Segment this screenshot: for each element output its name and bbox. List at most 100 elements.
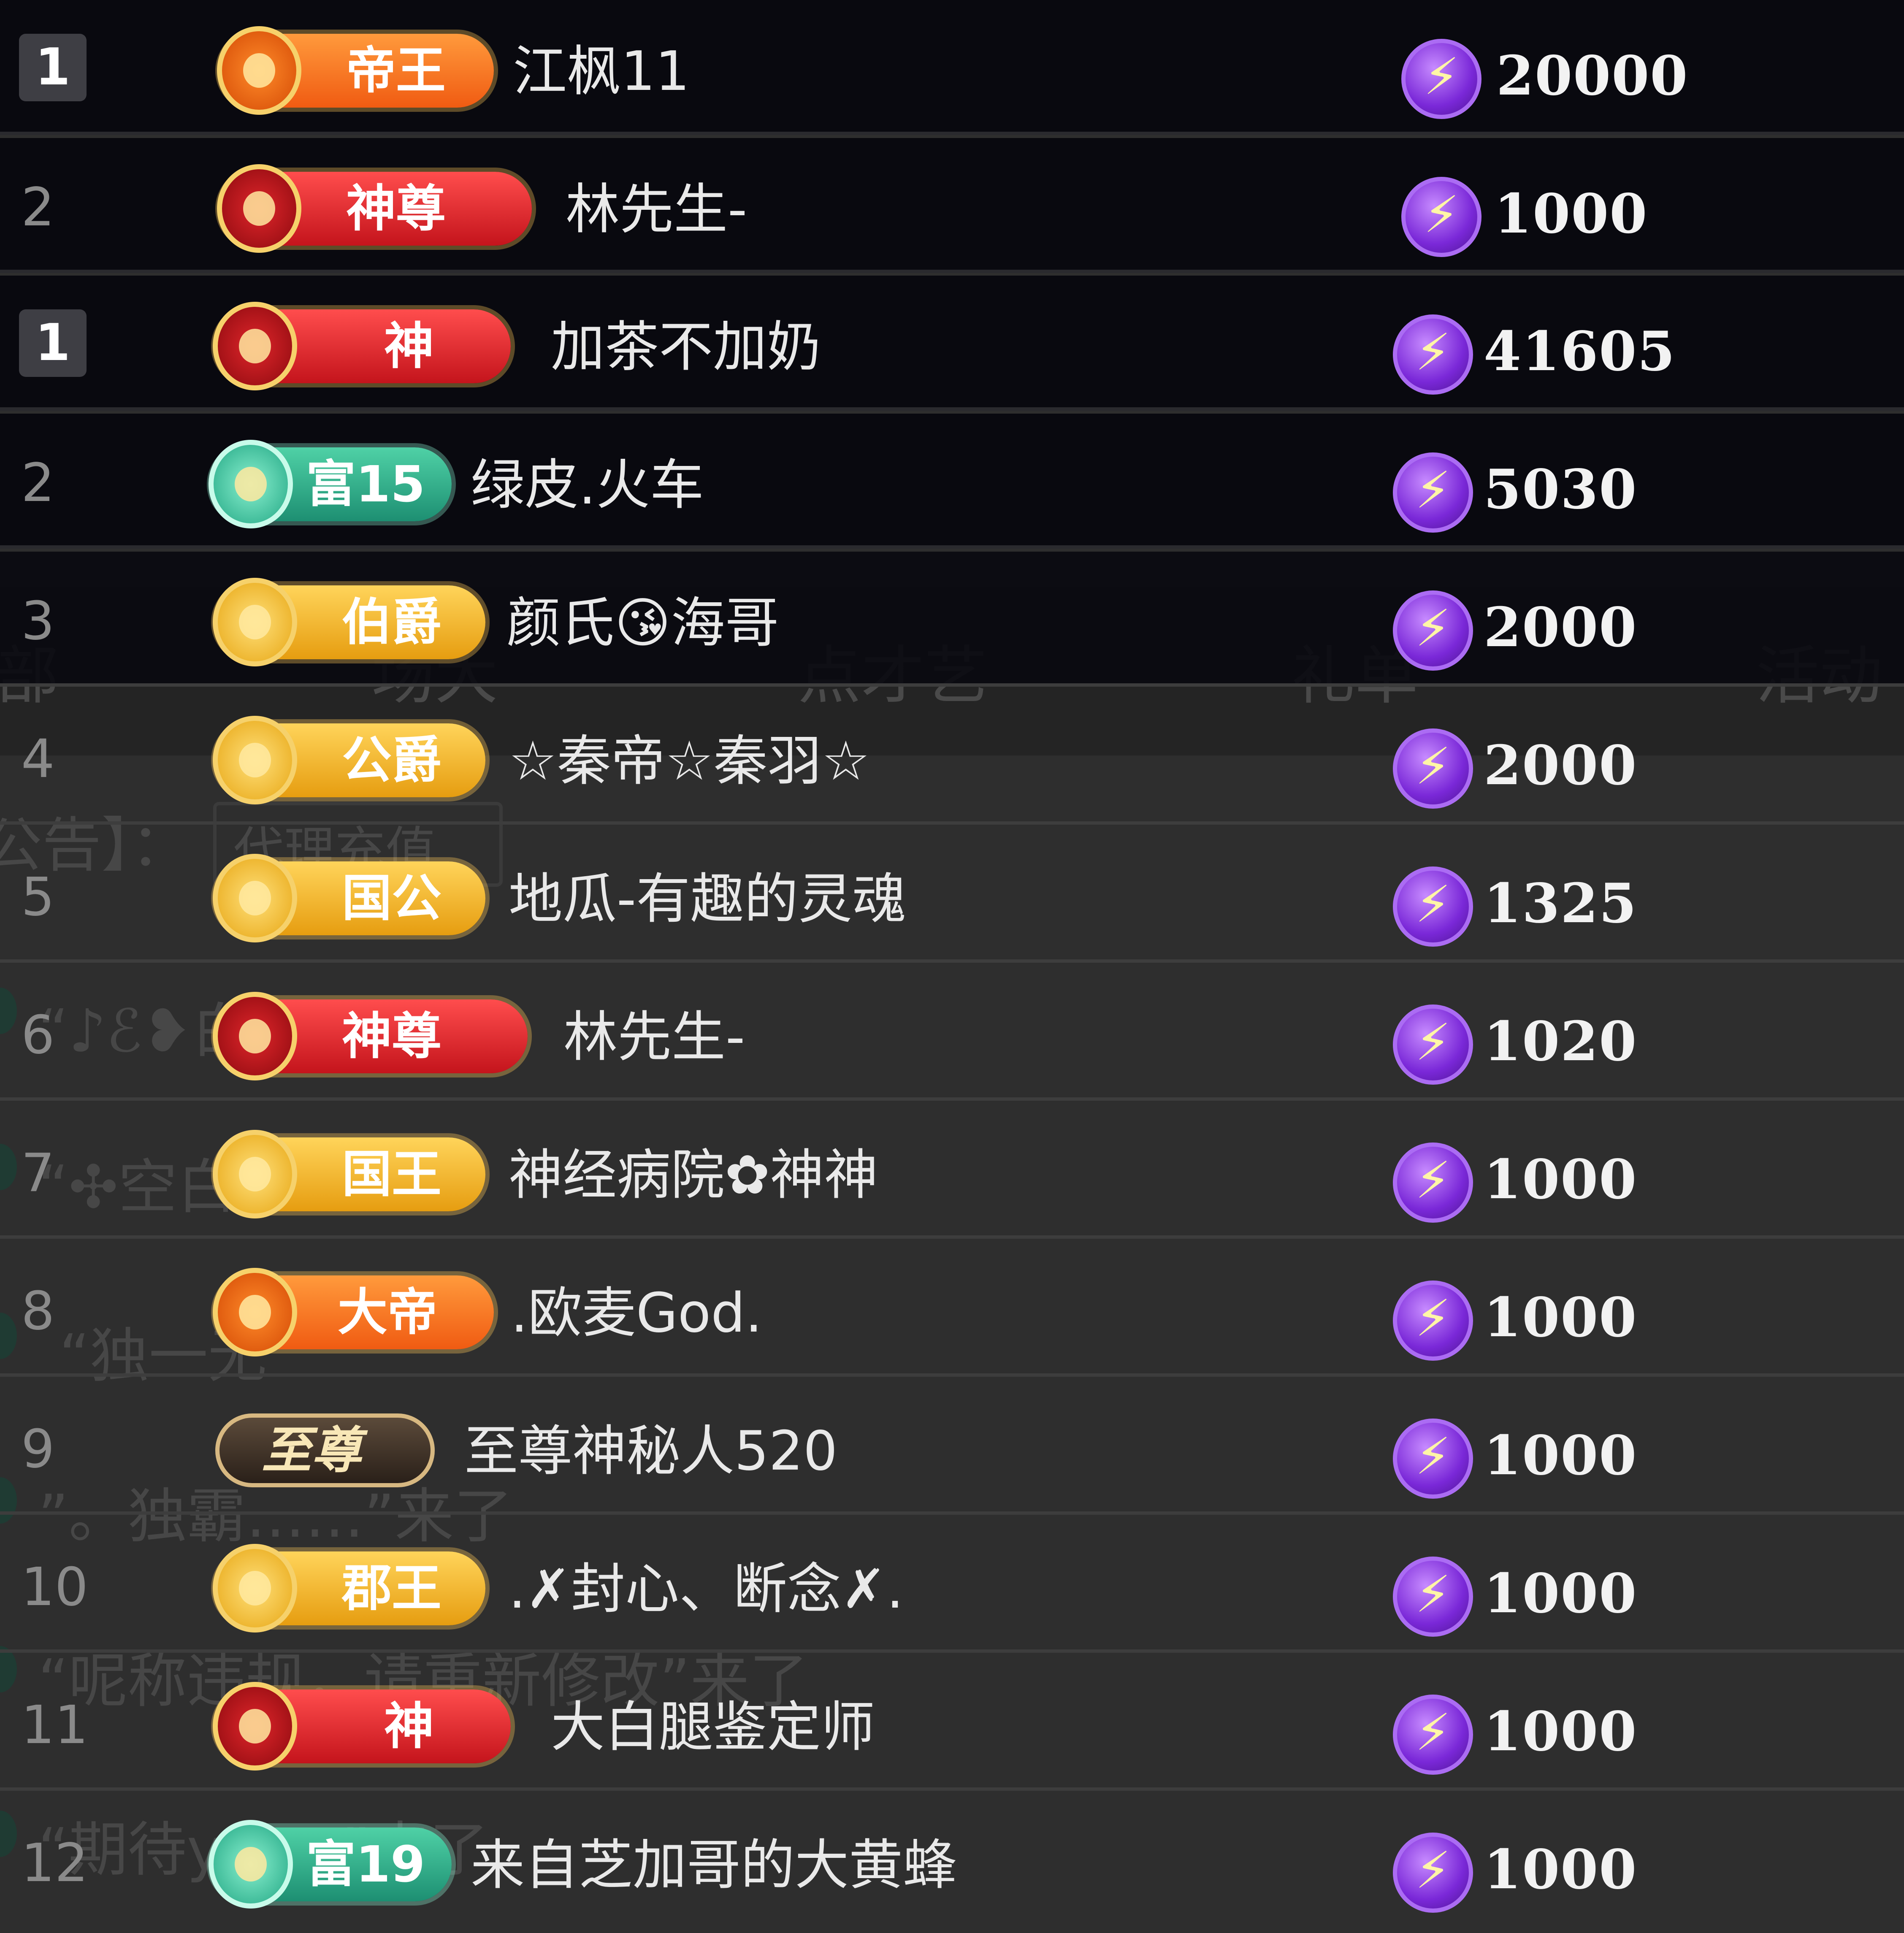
badge-label: 神	[384, 1697, 434, 1755]
user-name[interactable]: 江枫11	[513, 40, 690, 103]
level-badge: 至尊	[215, 1413, 435, 1487]
user-name[interactable]: 地瓜-有趣的灵魂	[509, 868, 906, 931]
badge-label: 神尊	[342, 1007, 442, 1065]
ranking-row[interactable]: 3 伯爵 颜氏😘海哥 ⚡ 2000	[0, 552, 1904, 687]
contribution-amount: 1325	[1484, 872, 1638, 935]
contribution-amount: 1000	[1484, 1148, 1638, 1211]
badge-emblem-icon	[213, 992, 297, 1080]
ranking-row[interactable]: 1 帝王 江枫11 ⚡ 20000	[0, 0, 1904, 135]
badge-label: 至尊	[262, 1421, 362, 1479]
level-badge: 神尊	[217, 164, 532, 253]
user-name[interactable]: ☆秦帝☆秦羽☆	[509, 730, 870, 793]
lightning-coin-icon: ⚡	[1393, 1004, 1473, 1085]
badge-emblem-icon	[217, 26, 301, 115]
rank-number: 9	[21, 1419, 55, 1480]
contribution-amount: 5030	[1484, 458, 1638, 521]
badge-label: 神尊	[346, 179, 446, 238]
user-name[interactable]: 林先生-	[566, 178, 747, 241]
rank-number: 3	[21, 590, 55, 652]
rank-number: 1	[19, 34, 87, 101]
ranking-row[interactable]: 11 神 大白腿鉴定师 ⚡ 1000	[0, 1656, 1904, 1791]
badge-emblem-icon	[213, 1682, 297, 1771]
user-name[interactable]: 加茶不加奶	[551, 316, 821, 379]
user-name[interactable]: 林先生-	[563, 1006, 745, 1069]
level-badge: 公爵	[213, 716, 485, 804]
user-name[interactable]: .欧麦God.	[511, 1282, 762, 1345]
user-name[interactable]: 神经病院✿神神	[509, 1144, 878, 1207]
level-badge: 帝王	[217, 26, 494, 115]
badge-label: 国王	[342, 1145, 442, 1203]
contribution-amount: 41605	[1484, 320, 1676, 383]
user-name[interactable]: 绿皮.火车	[471, 454, 704, 517]
badge-emblem-icon	[213, 1130, 297, 1218]
lightning-coin-icon: ⚡	[1393, 1695, 1473, 1775]
lightning-coin-icon: ⚡	[1401, 39, 1481, 119]
contribution-amount: 1000	[1484, 1838, 1638, 1901]
user-name[interactable]: 颜氏😘海哥	[506, 592, 779, 655]
badge-emblem-icon	[213, 1268, 297, 1356]
ranking-row[interactable]: 10 郡王 .✗封心、断念✗. ⚡ 1000	[0, 1518, 1904, 1653]
user-name[interactable]: .✗封心、断念✗.	[509, 1558, 904, 1621]
ranking-row[interactable]: 9 至尊 至尊神秘人520 ⚡ 1000	[0, 1380, 1904, 1515]
level-badge: 郡王	[213, 1544, 485, 1632]
ranking-row[interactable]: 1 神 加茶不加奶 ⚡ 41605	[0, 276, 1904, 411]
level-badge: 神	[213, 1682, 511, 1771]
badge-label: 帝王	[346, 41, 446, 100]
level-badge: 富15	[209, 440, 452, 528]
contribution-amount: 1000	[1484, 1286, 1638, 1349]
badge-emblem-icon	[213, 854, 297, 942]
rank-number: 10	[21, 1557, 89, 1618]
rank-number: 5	[21, 866, 55, 928]
ranking-row[interactable]: 4 公爵 ☆秦帝☆秦羽☆ ⚡ 2000	[0, 690, 1904, 825]
ranking-row[interactable]: 2 神尊 林先生- ⚡ 1000	[0, 138, 1904, 273]
lightning-coin-icon: ⚡	[1393, 590, 1473, 671]
contribution-amount: 1020	[1484, 1010, 1638, 1073]
badge-emblem-icon	[213, 302, 297, 390]
lightning-coin-icon: ⚡	[1393, 1281, 1473, 1361]
level-badge: 神	[213, 302, 511, 390]
ranking-row[interactable]: 6 神尊 林先生- ⚡ 1020	[0, 966, 1904, 1101]
contribution-amount: 2000	[1484, 734, 1638, 797]
ranking-row[interactable]: 2 富15 绿皮.火车 ⚡ 5030	[0, 414, 1904, 549]
contribution-amount: 1000	[1494, 182, 1648, 246]
level-badge: 伯爵	[213, 578, 485, 666]
ranking-row[interactable]: 12 富19 来自芝加哥的大黄蜂 ⚡ 1000	[0, 1794, 1904, 1929]
contribution-amount: 2000	[1484, 596, 1638, 659]
level-badge: 神尊	[213, 992, 528, 1080]
badge-emblem-icon	[213, 1544, 297, 1632]
level-badge: 富19	[209, 1820, 452, 1909]
user-name[interactable]: 至尊神秘人520	[464, 1420, 837, 1483]
badge-label: 郡王	[342, 1559, 442, 1617]
user-name[interactable]: 来自芝加哥的大黄蜂	[471, 1834, 957, 1897]
badge-label: 大帝	[338, 1283, 438, 1341]
level-badge: 国公	[213, 854, 485, 942]
badge-label: 富19	[306, 1835, 425, 1893]
lightning-coin-icon: ⚡	[1393, 866, 1473, 947]
badge-emblem-icon	[213, 578, 297, 666]
level-badge: 大帝	[213, 1268, 494, 1356]
ranking-row[interactable]: 5 国公 地瓜-有趣的灵魂 ⚡ 1325	[0, 828, 1904, 963]
lightning-coin-icon: ⚡	[1401, 177, 1481, 257]
ranking-row[interactable]: 7 国王 神经病院✿神神 ⚡ 1000	[0, 1104, 1904, 1239]
badge-emblem-icon	[217, 164, 301, 253]
rank-number: 2	[21, 177, 55, 238]
contribution-amount: 1000	[1484, 1700, 1638, 1763]
ranking-row[interactable]: 8 大帝 .欧麦God. ⚡ 1000	[0, 1242, 1904, 1377]
rank-number: 7	[21, 1142, 55, 1204]
contribution-amount: 1000	[1484, 1424, 1638, 1487]
user-name[interactable]: 大白腿鉴定师	[551, 1696, 875, 1759]
badge-label: 国公	[342, 869, 442, 927]
lightning-coin-icon: ⚡	[1393, 728, 1473, 809]
badge-label: 伯爵	[342, 593, 442, 651]
badge-label: 公爵	[342, 731, 442, 789]
badge-emblem-icon	[209, 440, 293, 528]
rank-number: 11	[21, 1695, 89, 1756]
rank-number: 6	[21, 1004, 55, 1066]
lightning-coin-icon: ⚡	[1393, 1419, 1473, 1499]
rank-number: 8	[21, 1281, 55, 1342]
rank-number: 4	[21, 728, 55, 790]
badge-label: 富15	[306, 455, 425, 513]
contribution-amount: 20000	[1496, 44, 1689, 108]
badge-emblem-icon	[209, 1820, 293, 1909]
lightning-coin-icon: ⚡	[1393, 1833, 1473, 1913]
